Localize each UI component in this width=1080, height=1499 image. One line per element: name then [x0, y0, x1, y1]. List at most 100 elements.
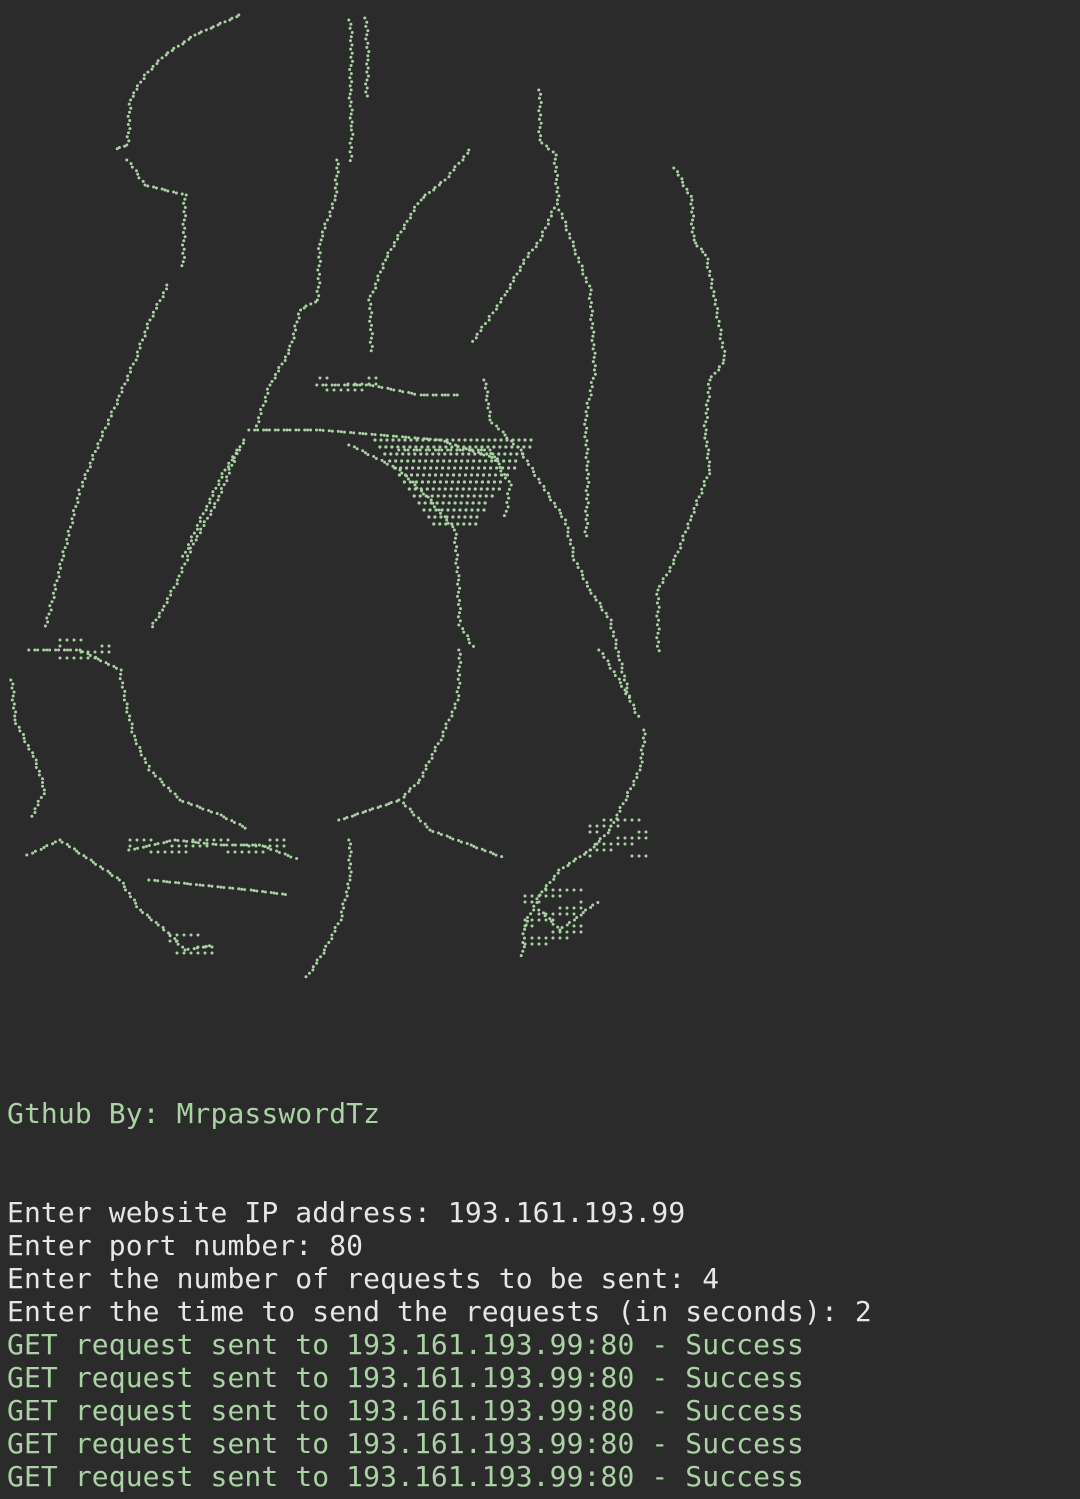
ascii-dot [165, 840, 169, 844]
ascii-dot [146, 184, 150, 188]
ascii-dot [542, 484, 546, 488]
ascii-dot [53, 583, 57, 587]
ascii-dot [482, 378, 486, 382]
ascii-dot [492, 480, 496, 484]
ascii-dot [232, 821, 236, 824]
ascii-dot [347, 866, 351, 870]
ascii-dot [422, 508, 426, 512]
ascii-dot [186, 558, 190, 562]
ascii-dot [488, 410, 492, 414]
ascii-dot [476, 508, 480, 512]
ascii-dot [216, 885, 220, 889]
ascii-dot [226, 465, 230, 469]
ascii-dot [247, 428, 251, 432]
ascii-dot [42, 792, 46, 796]
ascii-dot [691, 218, 694, 222]
ascii-dot [216, 23, 220, 27]
ascii-dot [490, 421, 494, 425]
ascii-dot [432, 505, 436, 509]
ascii-dot [505, 501, 509, 504]
ascii-dot [178, 798, 182, 802]
ascii-dot [609, 842, 613, 846]
ascii-dot [212, 505, 216, 509]
ascii-dot [717, 324, 721, 328]
ascii-dot [462, 630, 466, 634]
ascii-dot [588, 848, 592, 852]
ascii-dot [428, 508, 432, 512]
ascii-dot [456, 553, 460, 557]
ascii-dot [413, 452, 417, 456]
ascii-dot [436, 742, 440, 746]
ascii-dot [235, 15, 239, 19]
ascii-dot [655, 614, 659, 618]
ascii-dot [626, 791, 629, 794]
ascii-dot [34, 758, 38, 762]
ascii-dot [702, 480, 706, 483]
ascii-dot [146, 326, 150, 330]
ascii-dot [134, 742, 138, 746]
ascii-dot [96, 657, 100, 661]
ascii-dot [440, 508, 444, 512]
ascii-dot [285, 428, 289, 432]
ascii-dot [602, 655, 606, 659]
ascii-dot [142, 838, 146, 842]
ascii-dot [425, 825, 429, 829]
ascii-dot [419, 487, 423, 491]
ascii-dot [572, 888, 576, 892]
ascii-dot [247, 850, 251, 854]
ascii-dot [507, 466, 511, 470]
ascii-dot [180, 570, 184, 574]
ascii-dot [69, 648, 72, 652]
ascii-dot [523, 927, 527, 931]
ascii-dot [581, 911, 585, 914]
ascii-dot [477, 501, 481, 505]
ascii-dot [594, 598, 598, 602]
ascii-dot [706, 399, 710, 403]
ascii-dot [424, 494, 428, 498]
ascii-dot [447, 718, 451, 722]
ascii-dot [50, 600, 54, 604]
ascii-dot [348, 116, 352, 120]
ascii-dot [266, 391, 270, 395]
ascii-dot [439, 473, 444, 477]
ascii-dot [489, 850, 493, 854]
ascii-dot [572, 906, 576, 910]
ascii-dot [170, 49, 174, 53]
ascii-dot [589, 288, 593, 292]
ascii-dot [189, 951, 193, 955]
ascii-dot [315, 289, 319, 293]
ascii-dot [431, 830, 435, 833]
ascii-dot [680, 177, 684, 181]
terminal-screen[interactable]: Gthub By: MrpasswordTz Enter website IP … [0, 0, 1080, 1499]
ascii-dot [201, 883, 205, 887]
ascii-dot [26, 744, 30, 747]
ascii-dot [219, 487, 223, 490]
ascii-dot [581, 268, 584, 272]
ascii-dot [137, 176, 141, 180]
ascii-dot [106, 422, 110, 426]
ascii-dot [641, 744, 645, 748]
ascii-dot [135, 84, 139, 88]
ascii-dot [471, 466, 475, 470]
ascii-dot [624, 692, 628, 696]
ascii-dot [165, 287, 169, 291]
ascii-dot [657, 640, 661, 644]
ascii-dot [657, 605, 661, 609]
ascii-dot [143, 330, 147, 334]
ascii-dot [486, 480, 490, 484]
ascii-dot [128, 844, 132, 848]
ascii-dot [228, 18, 232, 22]
ascii-dot [551, 888, 555, 892]
ascii-dot [702, 483, 706, 487]
ascii-dot [456, 582, 460, 586]
ascii-dot [272, 891, 276, 895]
ascii-dot [505, 290, 509, 293]
ascii-dot [567, 921, 571, 924]
ascii-dot [184, 193, 188, 197]
ascii-dot [58, 644, 62, 648]
ascii-dot [474, 445, 478, 449]
ascii-dot [58, 562, 62, 566]
ascii-dot [125, 702, 129, 706]
ascii-dot [189, 882, 192, 886]
ascii-dot [617, 677, 621, 681]
